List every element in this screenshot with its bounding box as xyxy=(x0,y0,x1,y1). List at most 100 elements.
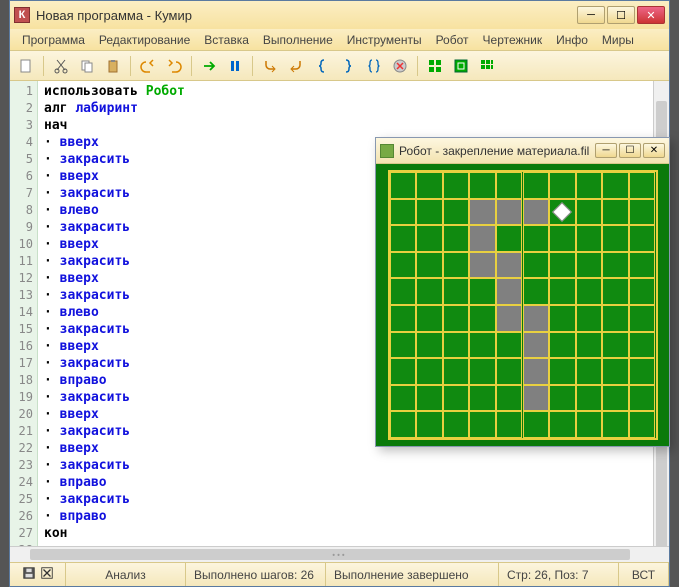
code-line[interactable]: использовать Робот xyxy=(44,83,669,100)
menu-program[interactable]: Программа xyxy=(16,31,91,49)
painted-cell[interactable] xyxy=(523,199,550,226)
grid-cell[interactable] xyxy=(576,225,603,252)
grid-cell[interactable] xyxy=(576,411,603,438)
stop-icon[interactable] xyxy=(388,54,412,78)
run-icon[interactable] xyxy=(197,54,221,78)
grid-cell[interactable] xyxy=(602,225,629,252)
robot-titlebar[interactable]: Робот - закрепление материала.fil ─ ☐ ✕ xyxy=(376,138,669,164)
grid-cell[interactable] xyxy=(496,411,523,438)
grid-cell[interactable] xyxy=(390,278,417,305)
grid-cell[interactable] xyxy=(576,332,603,359)
painted-cell[interactable] xyxy=(469,252,496,279)
status-analysis[interactable]: Анализ xyxy=(66,563,186,586)
grid-small-icon[interactable] xyxy=(475,54,499,78)
grid-cell[interactable] xyxy=(602,411,629,438)
brace-open-icon[interactable] xyxy=(310,54,334,78)
copy-icon[interactable] xyxy=(75,54,99,78)
painted-cell[interactable] xyxy=(496,252,523,279)
grid-cell[interactable] xyxy=(629,199,656,226)
menu-run[interactable]: Выполнение xyxy=(257,31,339,49)
grid-cell[interactable] xyxy=(549,278,576,305)
grid-cell[interactable] xyxy=(443,358,470,385)
grid-cell[interactable] xyxy=(629,278,656,305)
code-line[interactable]: · вправо xyxy=(44,474,669,491)
grid-cell[interactable] xyxy=(443,252,470,279)
grid-cell[interactable] xyxy=(469,172,496,199)
painted-cell[interactable] xyxy=(523,332,550,359)
grid-cell[interactable] xyxy=(416,199,443,226)
titlebar[interactable]: К Новая программа - Кумир ─ ☐ ✕ xyxy=(10,1,669,29)
grid-cell[interactable] xyxy=(496,172,523,199)
grid-cell[interactable] xyxy=(576,278,603,305)
grid-cell[interactable] xyxy=(523,411,550,438)
grid-cell[interactable] xyxy=(629,358,656,385)
grid-cell[interactable] xyxy=(549,385,576,412)
cut-icon[interactable] xyxy=(49,54,73,78)
grid-cell[interactable] xyxy=(523,278,550,305)
grid-cell[interactable] xyxy=(416,385,443,412)
grid-cell[interactable] xyxy=(576,252,603,279)
grid-cell[interactable] xyxy=(443,199,470,226)
robot-minimize-button[interactable]: ─ xyxy=(595,143,617,158)
maximize-button[interactable]: ☐ xyxy=(607,6,635,24)
grid-cell[interactable] xyxy=(390,225,417,252)
code-line[interactable]: · вправо xyxy=(44,508,669,525)
grid-cell[interactable] xyxy=(602,199,629,226)
menu-edit[interactable]: Редактирование xyxy=(93,31,196,49)
grid-cell[interactable] xyxy=(549,411,576,438)
grid-cell[interactable] xyxy=(602,252,629,279)
code-line[interactable]: · закрасить xyxy=(44,457,669,474)
painted-cell[interactable] xyxy=(496,199,523,226)
robot-window[interactable]: Робот - закрепление материала.fil ─ ☐ ✕ xyxy=(375,137,670,447)
grid-cell[interactable] xyxy=(469,358,496,385)
grid-cell[interactable] xyxy=(576,199,603,226)
grid-cell[interactable] xyxy=(469,411,496,438)
menu-robot[interactable]: Робот xyxy=(430,31,475,49)
grid-cell[interactable] xyxy=(496,385,523,412)
grid-cell[interactable] xyxy=(443,278,470,305)
painted-cell[interactable] xyxy=(469,199,496,226)
grid-cell[interactable] xyxy=(523,172,550,199)
status-mode[interactable]: ВСТ xyxy=(619,563,669,586)
grid-green-icon[interactable] xyxy=(423,54,447,78)
grid-cell[interactable] xyxy=(443,172,470,199)
grid-cell[interactable] xyxy=(549,358,576,385)
grid-cell[interactable] xyxy=(602,385,629,412)
grid-cell[interactable] xyxy=(443,225,470,252)
grid-cell[interactable] xyxy=(549,252,576,279)
grid-cell[interactable] xyxy=(629,225,656,252)
grid-cell[interactable] xyxy=(469,305,496,332)
grid-cell[interactable] xyxy=(469,332,496,359)
menu-draftsman[interactable]: Чертежник xyxy=(477,31,549,49)
grid-cell[interactable] xyxy=(416,332,443,359)
scroll-thumb[interactable] xyxy=(30,549,630,560)
grid-cell[interactable] xyxy=(416,278,443,305)
grid-cell[interactable] xyxy=(416,252,443,279)
menu-insert[interactable]: Вставка xyxy=(198,31,255,49)
painted-cell[interactable] xyxy=(523,305,550,332)
grid-cell[interactable] xyxy=(549,225,576,252)
menu-worlds[interactable]: Миры xyxy=(596,31,640,49)
horizontal-scrollbar[interactable]: ••• xyxy=(10,546,669,562)
menu-info[interactable]: Инфо xyxy=(550,31,594,49)
grid-cell[interactable] xyxy=(416,358,443,385)
grid-cell[interactable] xyxy=(443,305,470,332)
code-line[interactable]: · закрасить xyxy=(44,491,669,508)
grid-cell[interactable] xyxy=(629,252,656,279)
grid-cell[interactable] xyxy=(629,305,656,332)
grid-cell[interactable] xyxy=(549,305,576,332)
minimize-button[interactable]: ─ xyxy=(577,6,605,24)
close-button[interactable]: ✕ xyxy=(637,6,665,24)
grid-cell[interactable] xyxy=(496,225,523,252)
new-file-icon[interactable] xyxy=(14,54,38,78)
grid-cell[interactable] xyxy=(496,358,523,385)
grid-cell[interactable] xyxy=(602,358,629,385)
grid-cell[interactable] xyxy=(602,305,629,332)
robot-field[interactable] xyxy=(388,170,658,440)
painted-cell[interactable] xyxy=(469,225,496,252)
grid-cell[interactable] xyxy=(629,385,656,412)
grid-cell[interactable] xyxy=(390,411,417,438)
grid-cell[interactable] xyxy=(390,332,417,359)
redo-icon[interactable] xyxy=(162,54,186,78)
grid-cell[interactable] xyxy=(602,278,629,305)
